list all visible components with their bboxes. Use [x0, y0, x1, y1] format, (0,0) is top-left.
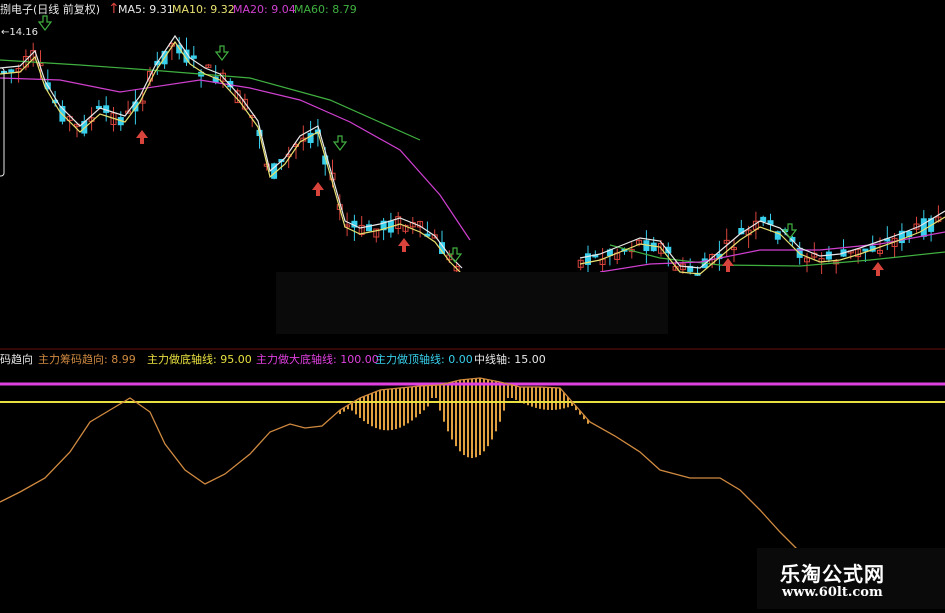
chart-stage: 捌电子(日线 前复权) ↑ MA5: 9.31 MA10: 9.32 MA20:…	[0, 0, 945, 609]
ma5-label: MA5: 9.31	[118, 3, 174, 16]
ma10-label: MA10: 9.32	[172, 3, 235, 16]
stock-chart	[0, 0, 945, 609]
mid-axis-label: 中线轴: 15.00	[474, 353, 546, 366]
indicator-name: 码趋向	[0, 353, 33, 366]
chart-blank-region	[534, 0, 945, 140]
candle-body	[862, 248, 869, 252]
high-price-marker: ←14.16	[1, 26, 38, 40]
high-marker-value: 14.16	[9, 27, 39, 38]
chart-blank-region	[276, 272, 668, 334]
ma20-label: MA20: 9.04	[233, 3, 296, 16]
trend-label: 主力筹码趋向: 8.99	[38, 353, 136, 366]
candle-body	[190, 55, 197, 59]
big-bottom-axis-label: 主力做大底轴线: 100.00	[256, 353, 379, 366]
watermark-site-name: 乐淘公式网	[780, 562, 885, 586]
ma60-label: MA60: 8.79	[294, 3, 357, 16]
candle-body	[920, 218, 927, 237]
bottom-axis-label: 主力做底轴线: 95.00	[147, 353, 252, 366]
candle-body	[8, 69, 15, 73]
top-axis-label: 主力做顶轴线: 0.00	[375, 353, 473, 366]
stock-title: 捌电子(日线 前复权)	[0, 3, 101, 16]
watermark-url: www.60lt.com	[782, 585, 883, 600]
